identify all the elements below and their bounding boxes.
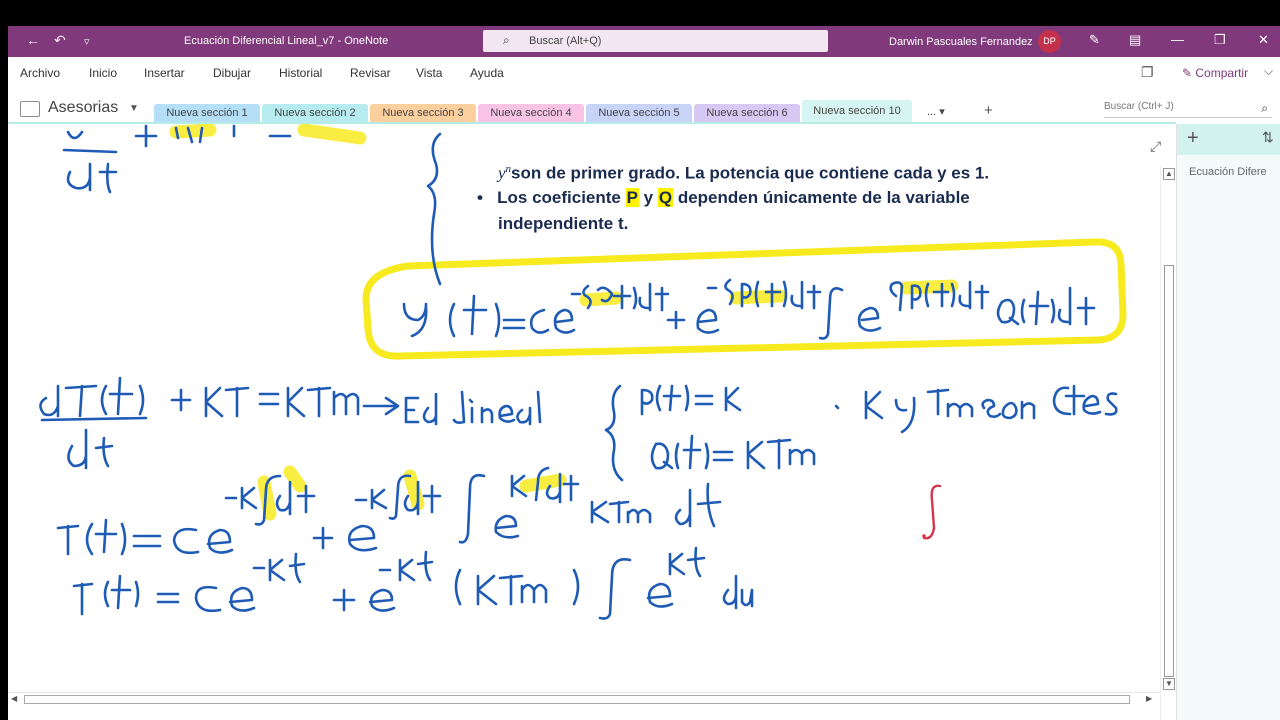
vertical-scroll-thumb[interactable]	[1164, 265, 1174, 677]
sort-icon[interactable]: ⇅	[1262, 129, 1274, 146]
add-section-button[interactable]: +	[984, 102, 993, 119]
minimize-icon[interactable]: —	[1171, 32, 1184, 47]
scroll-right-icon[interactable]: ▶	[1146, 694, 1152, 703]
section-tab-1[interactable]: Nueva sección 1	[154, 104, 260, 124]
horizontal-scroll-thumb[interactable]	[24, 695, 1130, 704]
maximize-icon[interactable]: ❐	[1214, 32, 1226, 48]
tab-insertar[interactable]: Insertar	[144, 66, 185, 80]
bullet-line-2[interactable]: independiente t.	[498, 214, 628, 234]
page-canvas[interactable]: ynson de primer grado. La potencia que c…	[8, 124, 1154, 692]
tab-dibujar[interactable]: Dibujar	[213, 66, 251, 80]
scroll-left-icon[interactable]: ◀	[11, 694, 17, 703]
pen-icon[interactable]: ✎	[1089, 32, 1100, 48]
section-tab-5[interactable]: Nueva sección 5	[586, 104, 692, 124]
search-placeholder: Buscar (Alt+Q)	[529, 35, 602, 47]
ribbon-expand-icon[interactable]: ⌵	[1264, 64, 1273, 79]
tab-inicio[interactable]: Inicio	[89, 66, 117, 80]
bullet-text-y: y	[638, 188, 658, 207]
chevron-down-icon[interactable]: ▼	[129, 103, 139, 114]
bullet-p: P	[625, 188, 639, 207]
pages-pane: + ⇅ Ecuación Difere	[1176, 124, 1280, 720]
page-item[interactable]: Ecuación Difere	[1189, 166, 1267, 178]
bullet-dot: •	[477, 188, 498, 207]
handwritten-ink	[39, 124, 1127, 620]
scroll-up-icon[interactable]: ▲	[1163, 168, 1175, 180]
notebook-icon[interactable]	[20, 101, 40, 117]
page-search-placeholder: Buscar (Ctrl+ J)	[1104, 101, 1174, 112]
tab-vista[interactable]: Vista	[416, 66, 442, 80]
section-tab-4[interactable]: Nueva sección 4	[478, 104, 584, 124]
vertical-scrollbar[interactable]: ▲ ▼	[1160, 166, 1176, 720]
horizontal-scrollbar[interactable]: ◀ ▶	[8, 692, 1160, 706]
ribbon-display-icon[interactable]: ▤	[1129, 32, 1141, 48]
scroll-down-icon[interactable]: ▼	[1163, 678, 1175, 690]
share-label: Compartir	[1195, 66, 1249, 80]
tab-revisar[interactable]: Revisar	[350, 66, 391, 80]
search-input[interactable]: ⌕ Buscar (Alt+Q)	[483, 30, 828, 52]
tab-ayuda[interactable]: Ayuda	[470, 66, 504, 80]
more-sections-label: ...	[927, 106, 937, 118]
bullet-q: Q	[657, 188, 674, 207]
note-line-1-text: son de primer grado. La potencia que con…	[511, 163, 990, 183]
close-icon[interactable]: ✕	[1258, 32, 1269, 48]
user-name[interactable]: Darwin Pascuales Fernandez	[889, 36, 1033, 48]
tab-archivo[interactable]: Archivo	[20, 66, 60, 80]
search-icon: ⌕	[503, 33, 510, 47]
add-page-icon[interactable]: +	[1187, 127, 1199, 150]
search-icon: ⌕	[1261, 101, 1268, 115]
customize-icon[interactable]: ▿	[84, 35, 90, 48]
bullet-text-a: Los coeficiente	[497, 188, 626, 207]
share-button[interactable]: ✎ Compartir	[1182, 66, 1248, 80]
section-tab-2[interactable]: Nueva sección 2	[262, 104, 368, 124]
document-title: Ecuación Diferencial Lineal_v7 - OneNote	[184, 35, 389, 47]
notebook-name[interactable]: Asesorias	[48, 99, 118, 117]
pages-pane-header: + ⇅	[1177, 124, 1280, 155]
section-tab-3[interactable]: Nueva sección 3	[370, 104, 476, 124]
section-tab-6[interactable]: Nueva sección 6	[694, 104, 800, 124]
note-var-y: y	[498, 163, 506, 183]
back-icon[interactable]: ←	[26, 32, 40, 48]
expand-icon[interactable]: ⤢	[1150, 138, 1161, 155]
section-tab-7[interactable]: Nueva sección 10	[802, 100, 912, 124]
immersive-reader-icon[interactable]: ❐	[1141, 64, 1154, 81]
bullet-item[interactable]: • Los coeficiente P y Q dependen únicame…	[477, 188, 970, 208]
ribbon: Archivo Inicio Insertar Dibujar Historia…	[8, 57, 1280, 91]
notebook-bar: Asesorias ▼ Nueva sección 1 Nueva sección…	[8, 91, 1280, 124]
more-sections-button[interactable]: ... ▾	[927, 105, 945, 118]
avatar[interactable]: DP	[1038, 30, 1061, 53]
bullet-text-b: dependen únicamente de la variable	[673, 188, 970, 207]
page-search-input[interactable]: Buscar (Ctrl+ J) ⌕	[1104, 101, 1272, 118]
tab-historial[interactable]: Historial	[279, 66, 322, 80]
undo-icon[interactable]: ↶	[54, 32, 66, 49]
title-bar: ← ↶ ▿ Ecuación Diferencial Lineal_v7 - O…	[8, 26, 1280, 57]
onenote-window: ← ↶ ▿ Ecuación Diferencial Lineal_v7 - O…	[8, 26, 1280, 720]
note-line-1[interactable]: ynson de primer grado. La potencia que c…	[498, 163, 989, 184]
